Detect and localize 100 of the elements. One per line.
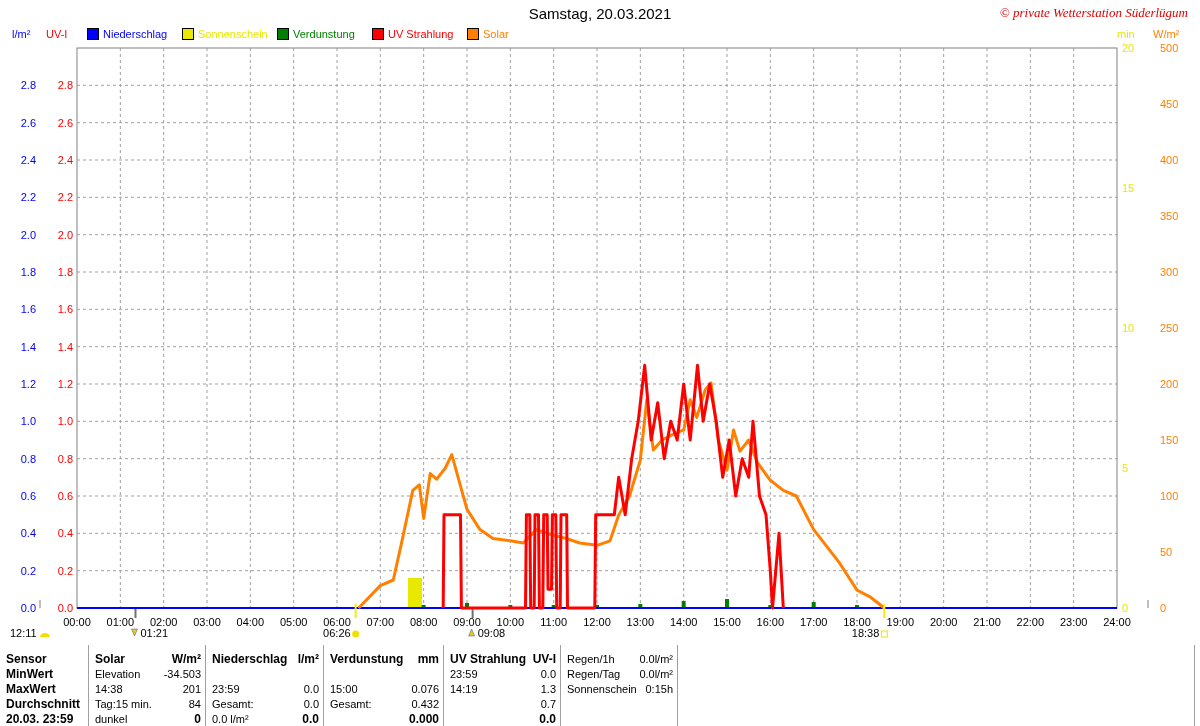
table-cell: 0.0	[303, 682, 319, 695]
chart-title: Samstag, 20.03.2021	[528, 4, 672, 22]
axis-label: 15	[1122, 182, 1135, 194]
axis-label: 21:00	[973, 616, 1001, 628]
table-cell: 84	[188, 697, 201, 710]
axis-label: 50	[1160, 546, 1173, 558]
time-label: 18:38	[851, 627, 880, 639]
sun-icon	[352, 630, 360, 638]
axis-label: 450	[1160, 98, 1179, 110]
axis-label: 20:00	[929, 616, 958, 628]
axis-label: 0.4	[57, 527, 73, 540]
axis-label: 2.0	[57, 228, 73, 241]
table-cell: 23:59	[212, 682, 240, 695]
table-cell: 0.0	[539, 711, 556, 726]
sunset-icon	[880, 630, 888, 638]
column-header: UV Strahlung	[450, 651, 526, 666]
axis-label: 0.6	[57, 490, 73, 502]
column-header: Niederschlag	[212, 651, 288, 666]
axis-label: 250	[1160, 322, 1179, 334]
table-cell: Tag:15 min.	[95, 697, 152, 710]
table-cell: 0:15h	[645, 682, 673, 695]
table-cell: 14:19	[450, 682, 478, 695]
axis-label: 20	[1122, 42, 1135, 54]
axis-label: 2.0	[20, 228, 36, 241]
table-cell: 0.7	[540, 697, 556, 710]
table-cell: 0.0	[303, 697, 319, 710]
axis-label: 07:00	[366, 616, 395, 628]
row-label: 20.03. 23:59	[6, 711, 74, 726]
row-label: Sensor	[6, 651, 47, 666]
legend-label: UV Strahlung	[388, 28, 454, 40]
table-cell: 0.0	[540, 667, 556, 680]
axis-label: 05:00	[279, 616, 308, 628]
axis-label: 15:00	[713, 616, 741, 628]
legend-label: Sonnenschein	[198, 28, 268, 40]
table-cell: Gesamt:	[330, 697, 372, 710]
axis-label: 08:00	[409, 616, 438, 628]
time-label: 09:08	[477, 627, 506, 639]
axis-label: 5	[1122, 462, 1129, 474]
axis-label: 2.2	[20, 191, 36, 204]
axis-label: 00:00	[63, 616, 91, 628]
axis-label: 11:00	[540, 616, 568, 628]
column-header: Verdunstung	[330, 651, 404, 666]
axis-label: 1.2	[20, 378, 36, 390]
unit-label: l/m²	[297, 651, 319, 666]
table-cell: 0.000	[408, 711, 439, 726]
unit-label: UV-I	[532, 651, 556, 666]
axis-label: 22:00	[1016, 616, 1045, 628]
axis-label: 19:00	[886, 616, 915, 628]
axis-label: 1.8	[20, 266, 36, 278]
column-header: Solar	[95, 651, 125, 666]
axis-label: 2.2	[57, 191, 73, 204]
table-cell: 0.0l/m²	[639, 652, 673, 665]
axis-label: 2.8	[57, 79, 73, 92]
axis-label: 2.4	[57, 154, 73, 166]
axis-label: 02:00	[149, 616, 178, 628]
table-cell: 0.076	[411, 682, 439, 695]
unit-label: l/m²	[12, 28, 32, 40]
axis-label: 350	[1160, 210, 1179, 222]
axis-label: 1.6	[57, 303, 73, 316]
axis-label: 0.2	[57, 564, 73, 577]
axis-label: 2.8	[20, 79, 36, 92]
axis-label: 0.0	[57, 602, 73, 614]
axis-label: 200	[1160, 378, 1179, 390]
axis-label: 300	[1160, 266, 1179, 278]
axis-label: 0	[1122, 602, 1129, 614]
axis-label: 1.0	[20, 415, 36, 428]
unit-label: W/m²	[171, 651, 201, 666]
axis-label: 0	[1160, 602, 1167, 614]
axis-label: 1.4	[20, 340, 36, 353]
axis-label: 16:00	[756, 616, 785, 628]
table-cell: 0.0	[302, 711, 319, 726]
table-cell: 0	[194, 711, 201, 726]
axis-label: 1.6	[20, 303, 36, 316]
table-cell: Regen/Tag	[567, 667, 621, 680]
row-label: MinWert	[6, 666, 54, 681]
axis-label: 17:00	[799, 616, 828, 628]
axis-label: 23:00	[1059, 616, 1088, 628]
moon-icon	[468, 628, 475, 637]
table-cell: Gesamt:	[212, 697, 254, 710]
axis-label: 0.4	[20, 527, 36, 540]
legend-label: Solar	[483, 28, 509, 40]
axis-label: 1.2	[57, 378, 73, 390]
sun-icon	[40, 633, 50, 637]
unit-label: W/m²	[1153, 28, 1181, 40]
row-label: Durchschnitt	[6, 696, 80, 711]
axis-label: 18:00	[843, 616, 871, 628]
table-cell: Elevation	[95, 667, 141, 680]
axis-label: 03:00	[193, 616, 221, 628]
axis-label: 13:00	[626, 616, 655, 628]
table-cell: Sonnenschein	[567, 682, 637, 695]
axis-label: 04:00	[236, 616, 265, 628]
axis-label: 1.0	[57, 415, 73, 428]
legend-label: Verdunstung	[293, 28, 355, 40]
axis-label: 24:00	[1103, 616, 1131, 628]
table-cell: 0.432	[411, 697, 439, 710]
time-label: 06:26	[323, 627, 351, 639]
axis-label: 09:00	[453, 616, 481, 628]
unit-label: min	[1117, 28, 1136, 40]
row-label: MaxWert	[6, 681, 56, 696]
axis-label: 1.8	[57, 266, 73, 278]
